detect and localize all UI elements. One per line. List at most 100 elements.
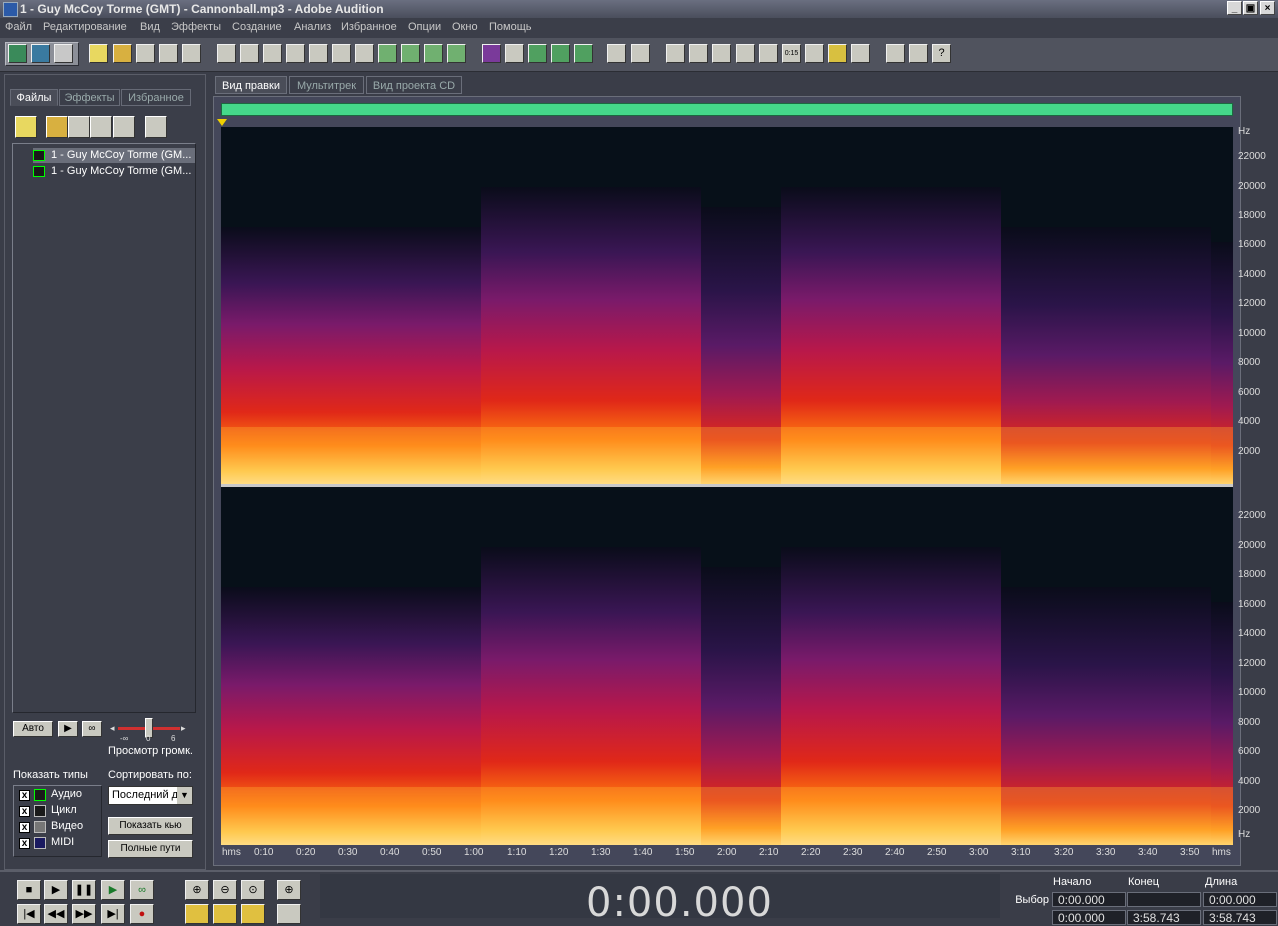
zoom-right-icon[interactable] bbox=[213, 904, 237, 924]
audio-checkbox[interactable]: x bbox=[19, 790, 30, 801]
cd-view-icon[interactable] bbox=[54, 44, 73, 63]
fast-forward-icon[interactable]: ▶▶ bbox=[72, 904, 96, 924]
menu-help[interactable]: Помощь bbox=[489, 21, 532, 33]
panel-toggle-icon[interactable] bbox=[851, 44, 870, 63]
play-to-end-icon[interactable]: ▶ bbox=[101, 880, 125, 900]
playhead-marker-icon[interactable] bbox=[217, 119, 227, 126]
levels-icon[interactable] bbox=[805, 44, 824, 63]
help-topics-icon[interactable] bbox=[909, 44, 928, 63]
spectral-pitch-icon[interactable] bbox=[528, 44, 547, 63]
repeat-icon[interactable] bbox=[263, 44, 282, 63]
loop-icon[interactable]: ∞ bbox=[82, 721, 102, 737]
open-file-icon[interactable] bbox=[113, 44, 132, 63]
spectral-display-icon[interactable] bbox=[505, 44, 524, 63]
zoom-selection-icon[interactable] bbox=[241, 904, 265, 924]
maximize-button[interactable]: ▣ bbox=[1243, 1, 1258, 15]
go-to-end-icon[interactable]: ▶| bbox=[101, 904, 125, 924]
zoom-full-icon[interactable]: ⊙ bbox=[241, 880, 265, 900]
menu-effects[interactable]: Эффекты bbox=[171, 21, 221, 33]
close-button[interactable]: × bbox=[1260, 1, 1275, 15]
play-icon[interactable]: ▶ bbox=[58, 721, 78, 737]
selection-view-icon[interactable] bbox=[689, 44, 708, 63]
paste-icon[interactable] bbox=[355, 44, 374, 63]
mix-paste-2-icon[interactable] bbox=[447, 44, 466, 63]
menu-generate[interactable]: Создание bbox=[232, 21, 282, 33]
sort-select[interactable]: Последний д ▼ bbox=[108, 786, 193, 805]
tab-files[interactable]: Файлы bbox=[10, 89, 58, 106]
open-file-icon[interactable] bbox=[15, 116, 37, 138]
copy-icon[interactable] bbox=[309, 44, 328, 63]
save-all-icon[interactable] bbox=[182, 44, 201, 63]
main-window-icon[interactable] bbox=[666, 44, 685, 63]
import-file-icon[interactable] bbox=[46, 116, 68, 138]
zoom-left-icon[interactable] bbox=[185, 904, 209, 924]
redo-icon[interactable] bbox=[240, 44, 259, 63]
auto-play-button[interactable]: Авто bbox=[13, 721, 53, 737]
go-to-start-icon[interactable]: |◀ bbox=[17, 904, 41, 924]
zoom-in-vertical-icon[interactable]: ⊕ bbox=[277, 880, 301, 900]
zoom-panel-icon[interactable] bbox=[759, 44, 778, 63]
list-item[interactable]: 1 - Guy McCoy Torme (GM... bbox=[33, 164, 191, 179]
tab-multitrack[interactable]: Мультитрек bbox=[289, 76, 364, 94]
loop-play-icon[interactable]: ∞ bbox=[130, 880, 154, 900]
menu-edit[interactable]: Редактирование bbox=[43, 21, 127, 33]
left-arrow-icon[interactable]: ◂ bbox=[110, 723, 115, 734]
save-icon[interactable] bbox=[136, 44, 155, 63]
undo-icon[interactable] bbox=[217, 44, 236, 63]
minimize-button[interactable]: _ bbox=[1227, 1, 1242, 15]
stop-icon[interactable]: ■ bbox=[17, 880, 41, 900]
zoom-in-icon[interactable]: ⊕ bbox=[185, 880, 209, 900]
paste-new-icon[interactable] bbox=[378, 44, 397, 63]
record-icon[interactable]: ● bbox=[130, 904, 154, 924]
edit-view-icon[interactable] bbox=[8, 44, 27, 63]
zoom-out-icon[interactable]: ⊖ bbox=[213, 880, 237, 900]
trim-icon[interactable] bbox=[424, 44, 443, 63]
tab-edit-view[interactable]: Вид правки bbox=[215, 76, 287, 94]
overview-bar[interactable] bbox=[221, 103, 1233, 116]
selection-end-field[interactable] bbox=[1127, 892, 1201, 907]
list-item[interactable]: 1 - Guy McCoy Torme (GM... bbox=[33, 148, 196, 163]
spectral-view[interactable] bbox=[221, 127, 1233, 845]
save-as-icon[interactable] bbox=[159, 44, 178, 63]
time-panel-icon[interactable]: 0:15 bbox=[782, 44, 801, 63]
selection-length-field[interactable]: 0:00.000 bbox=[1203, 892, 1277, 907]
menu-favorites[interactable]: Избранное bbox=[341, 21, 397, 33]
help-icon[interactable]: ? bbox=[932, 44, 951, 63]
rewind-icon[interactable]: ◀◀ bbox=[44, 904, 68, 924]
menu-analyze[interactable]: Анализ bbox=[294, 21, 331, 33]
edit-file-icon[interactable] bbox=[90, 116, 112, 138]
zoom-out-vertical-icon[interactable] bbox=[277, 904, 301, 924]
spectral-pan-icon[interactable] bbox=[551, 44, 570, 63]
pause-icon[interactable]: ❚❚ bbox=[72, 880, 96, 900]
menu-view[interactable]: Вид bbox=[140, 21, 160, 33]
copy-new-icon[interactable] bbox=[286, 44, 305, 63]
tab-cd-project[interactable]: Вид проекта CD bbox=[366, 76, 462, 94]
right-arrow-icon[interactable]: ▸ bbox=[181, 723, 186, 734]
options-icon[interactable] bbox=[145, 116, 167, 138]
time-selection-tool-icon[interactable] bbox=[607, 44, 626, 63]
show-cue-button[interactable]: Показать кью bbox=[108, 817, 193, 835]
left-channel-spectrum[interactable] bbox=[221, 127, 1233, 484]
status-bar-icon[interactable] bbox=[828, 44, 847, 63]
app-icon[interactable] bbox=[3, 2, 18, 17]
transport-icon[interactable] bbox=[712, 44, 731, 63]
video-checkbox[interactable]: x bbox=[19, 822, 30, 833]
close-file-icon[interactable] bbox=[68, 116, 90, 138]
insert-icon[interactable] bbox=[113, 116, 135, 138]
selection-begin-field[interactable]: 0:00.000 bbox=[1052, 892, 1126, 907]
play-icon[interactable]: ▶ bbox=[44, 880, 68, 900]
tab-effects[interactable]: Эффекты bbox=[59, 89, 120, 106]
menu-options[interactable]: Опции bbox=[408, 21, 441, 33]
play-panel-icon[interactable] bbox=[736, 44, 755, 63]
menu-window[interactable]: Окно bbox=[452, 21, 478, 33]
full-paths-button[interactable]: Полные пути bbox=[108, 840, 193, 858]
right-channel-spectrum[interactable] bbox=[221, 487, 1233, 845]
midi-checkbox[interactable]: x bbox=[19, 838, 30, 849]
tab-favorites[interactable]: Избранное bbox=[121, 89, 191, 106]
spectral-phase-icon[interactable] bbox=[574, 44, 593, 63]
new-file-icon[interactable] bbox=[89, 44, 108, 63]
settings-icon[interactable] bbox=[886, 44, 905, 63]
loop-checkbox[interactable]: x bbox=[19, 806, 30, 817]
menu-file[interactable]: Файл bbox=[5, 21, 32, 33]
chevron-down-icon[interactable]: ▼ bbox=[177, 787, 192, 804]
